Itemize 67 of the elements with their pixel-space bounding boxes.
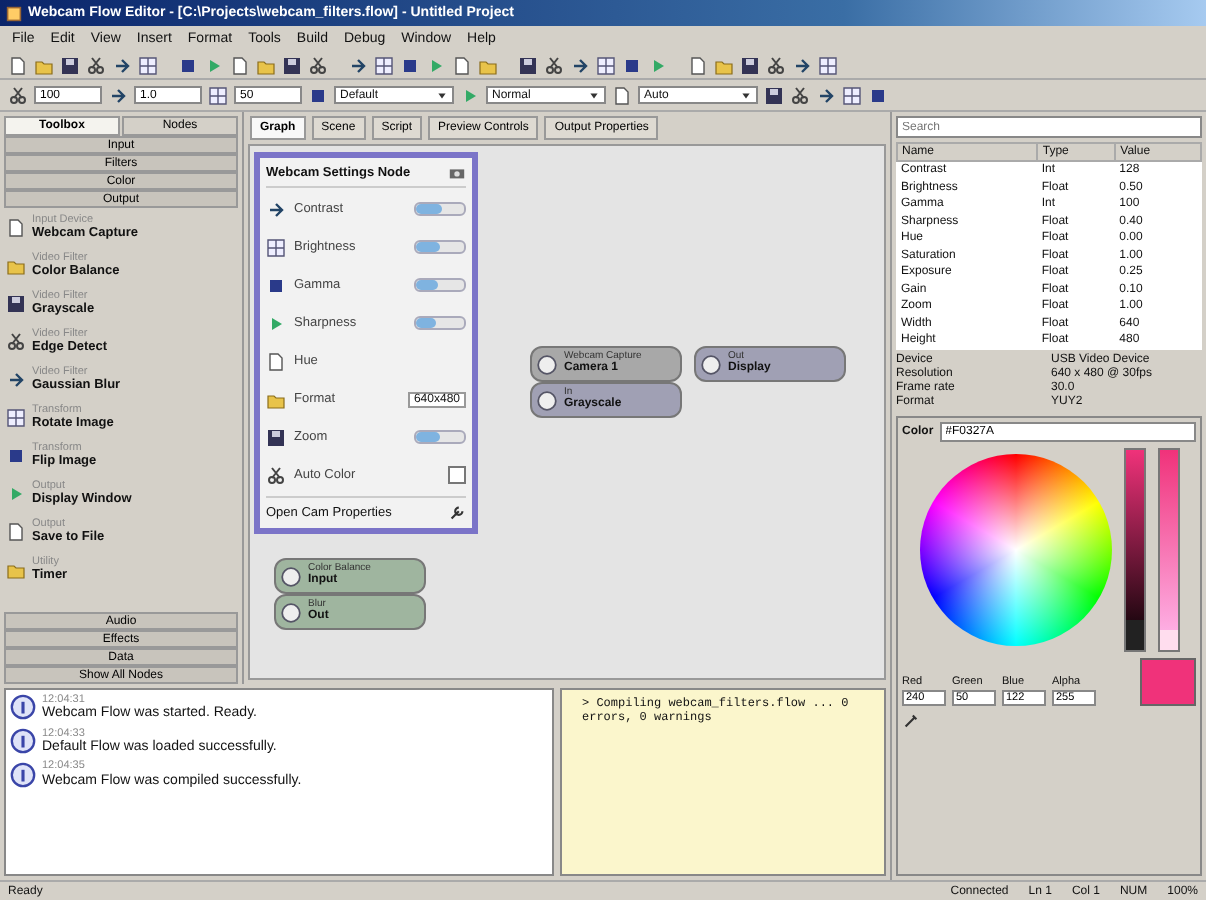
slider[interactable] <box>414 430 466 444</box>
arrow-icon[interactable] <box>348 55 368 75</box>
document-icon[interactable] <box>688 55 708 75</box>
info-icon <box>10 694 36 721</box>
circle-icon <box>536 353 558 375</box>
arrow-icon[interactable] <box>108 85 128 105</box>
arrow-icon[interactable] <box>112 55 132 75</box>
circle-icon <box>280 565 302 587</box>
document-icon[interactable] <box>8 55 28 75</box>
folder-icon <box>6 559 26 579</box>
scissors-icon[interactable] <box>86 55 106 75</box>
document-icon <box>266 351 286 371</box>
document-icon <box>6 217 26 237</box>
scissors-icon <box>6 331 26 351</box>
document-icon[interactable] <box>612 85 632 105</box>
scissors-icon[interactable] <box>766 55 786 75</box>
caret-icon <box>588 89 600 101</box>
checkbox[interactable] <box>448 466 466 484</box>
play-icon <box>6 483 26 503</box>
grid-icon <box>266 237 286 257</box>
arrow-icon[interactable] <box>570 55 590 75</box>
play-icon <box>266 313 286 333</box>
document-icon[interactable] <box>230 55 250 75</box>
circle-icon <box>536 389 558 411</box>
alpha-slider[interactable] <box>1157 447 1179 651</box>
grid-icon[interactable] <box>208 85 228 105</box>
document-icon[interactable] <box>452 55 472 75</box>
square-icon <box>266 275 286 295</box>
grid-icon[interactable] <box>818 55 838 75</box>
caret-icon <box>436 89 448 101</box>
grid-icon[interactable] <box>138 55 158 75</box>
scissors-icon[interactable] <box>544 55 564 75</box>
slider[interactable] <box>414 240 466 254</box>
slider[interactable] <box>414 278 466 292</box>
arrow-icon[interactable] <box>792 55 812 75</box>
scissors-icon[interactable] <box>8 85 28 105</box>
square-icon[interactable] <box>178 55 198 75</box>
eyedropper-icon <box>902 711 920 729</box>
circle-icon <box>700 353 722 375</box>
grid-icon[interactable] <box>842 85 862 105</box>
camera-icon <box>448 164 466 182</box>
document-icon <box>6 521 26 541</box>
info-icon <box>10 728 36 755</box>
square-icon <box>6 445 26 465</box>
scissors-icon <box>266 465 286 485</box>
square-icon[interactable] <box>868 85 888 105</box>
slider[interactable] <box>414 316 466 330</box>
square-icon[interactable] <box>622 55 642 75</box>
grid-icon[interactable] <box>596 55 616 75</box>
square-icon[interactable] <box>308 85 328 105</box>
grid-icon <box>6 407 26 427</box>
folder-icon <box>6 255 26 275</box>
grid-icon[interactable] <box>374 55 394 75</box>
info-icon <box>10 761 36 788</box>
caret-icon <box>740 89 752 101</box>
circle-icon <box>280 601 302 623</box>
brightness-slider[interactable] <box>1123 447 1145 651</box>
arrow-icon <box>266 199 286 219</box>
scissors-icon[interactable] <box>308 55 328 75</box>
folder-icon <box>266 389 286 409</box>
arrow-icon <box>6 369 26 389</box>
square-icon[interactable] <box>400 55 420 75</box>
arrow-icon[interactable] <box>816 85 836 105</box>
scissors-icon[interactable] <box>790 85 810 105</box>
slider[interactable] <box>414 202 466 216</box>
wrench-icon <box>448 504 466 522</box>
app-icon <box>6 5 22 21</box>
